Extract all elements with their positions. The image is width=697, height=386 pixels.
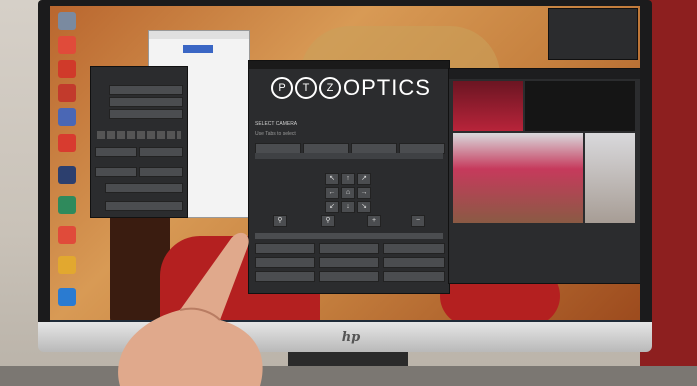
notepad-titlebar (149, 31, 249, 39)
zoom-in-icon[interactable]: ⚲ (321, 215, 335, 227)
cam-button[interactable] (139, 147, 183, 157)
app-icon[interactable] (58, 256, 76, 274)
status-window (548, 8, 638, 60)
app-icon[interactable] (58, 134, 76, 152)
selected-text (183, 45, 213, 53)
brand-logo-text: OPTICS (343, 75, 431, 100)
monitor-brand-logo: hp (341, 330, 361, 345)
preset-button[interactable] (383, 271, 445, 282)
preset-button[interactable] (319, 257, 379, 268)
arrow-left-button[interactable]: ← (325, 187, 339, 199)
home-button[interactable]: ⌂ (341, 187, 355, 199)
app-icon[interactable] (58, 108, 76, 126)
arrow-up-right-button[interactable]: ↗ (357, 173, 371, 185)
camera-window (90, 66, 188, 218)
preset-bar (255, 233, 443, 239)
select-camera-heading: SELECT CAMERA (255, 121, 298, 127)
cam-button[interactable] (109, 109, 183, 119)
arrow-down-left-button[interactable]: ↙ (325, 201, 339, 213)
logo-circle-z: Z (319, 77, 341, 99)
logo-circle-t: T (295, 77, 317, 99)
preset-button[interactable] (319, 243, 379, 254)
preset-button[interactable] (383, 257, 445, 268)
logo-circle-p: P (271, 77, 293, 99)
video-feed-2[interactable] (525, 81, 635, 131)
cam-button[interactable] (109, 85, 183, 95)
camera-select-row2[interactable] (255, 153, 443, 159)
focus-plus-button[interactable]: + (367, 215, 381, 227)
app-icon[interactable] (58, 196, 76, 214)
focus-minus-button[interactable]: − (411, 215, 425, 227)
video-feed-1[interactable] (453, 81, 523, 131)
video-feed-main[interactable] (453, 133, 583, 223)
select-camera-hint: Use Tabs to select (255, 131, 296, 137)
preset-button[interactable] (319, 271, 379, 282)
chrome-icon[interactable] (58, 226, 76, 244)
cam-button[interactable] (95, 147, 137, 157)
app-icon[interactable] (58, 166, 76, 184)
preset-button[interactable] (383, 243, 445, 254)
arrow-up-button[interactable]: ↑ (341, 173, 355, 185)
ie-icon[interactable] (58, 288, 76, 306)
cam-button[interactable] (109, 97, 183, 107)
chrome-icon[interactable] (58, 36, 76, 54)
app-icon[interactable] (58, 84, 76, 102)
arrow-down-button[interactable]: ↓ (341, 201, 355, 213)
arrow-down-right-button[interactable]: ↘ (357, 201, 371, 213)
app-icon[interactable] (58, 60, 76, 78)
arrow-right-button[interactable]: → (357, 187, 371, 199)
cam-button[interactable] (139, 167, 183, 177)
pointing-hand (118, 232, 263, 386)
video-feed-3[interactable] (585, 133, 635, 223)
arrow-up-left-button[interactable]: ↖ (325, 173, 339, 185)
video-panel-header (449, 69, 640, 79)
cam-button[interactable] (105, 183, 183, 193)
panel-titlebar (249, 61, 449, 69)
recycle-bin-icon[interactable] (58, 12, 76, 30)
preset-number-row[interactable] (97, 131, 181, 139)
video-panel (448, 68, 640, 284)
cam-button[interactable] (95, 167, 137, 177)
